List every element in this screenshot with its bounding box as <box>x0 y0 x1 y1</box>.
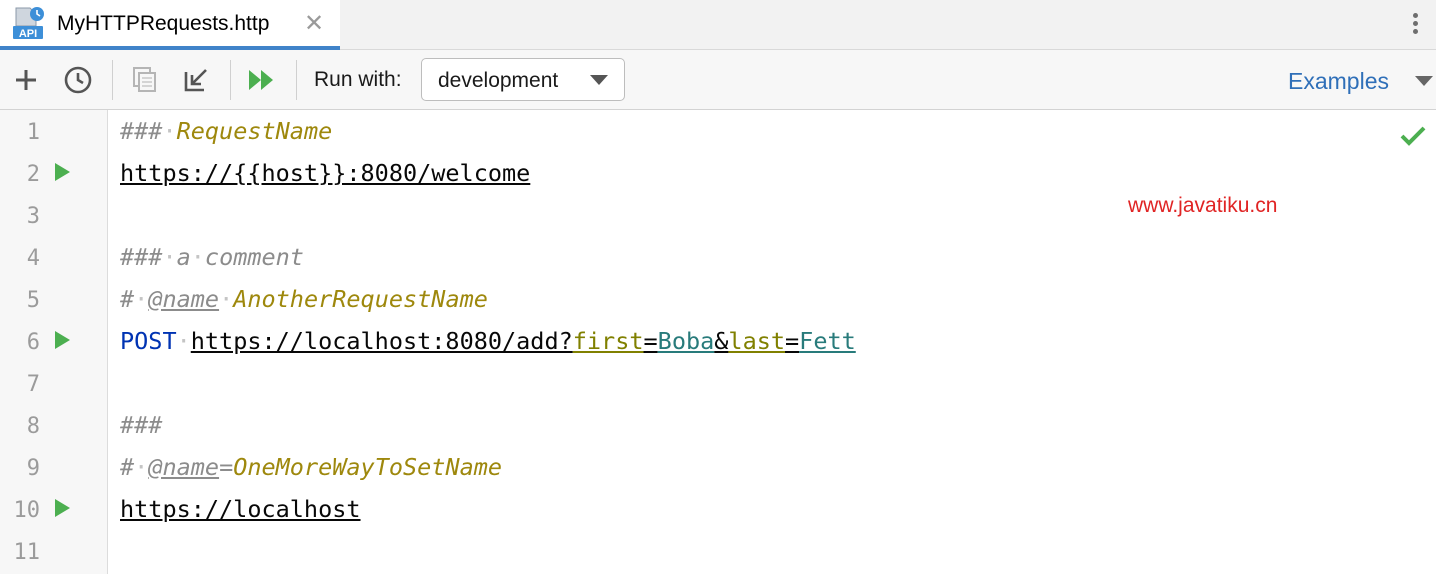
request-url[interactable]: https://{{host}}:8080/welcome <box>120 159 530 187</box>
whitespace-dot: · <box>176 327 191 355</box>
tab-bar: API MyHTTPRequests.http ✕ <box>0 0 1436 50</box>
examples-link[interactable]: Examples <box>1288 68 1389 95</box>
toolbar-separator <box>112 60 113 100</box>
import-icon[interactable] <box>180 64 212 96</box>
whitespace-dot: · <box>219 285 234 313</box>
run-request-icon[interactable] <box>55 331 70 349</box>
code-line-9[interactable]: #·@name=OneMoreWayToSetName <box>120 452 502 482</box>
query-equals: = <box>785 327 800 355</box>
query-equals: = <box>643 327 658 355</box>
svg-text:API: API <box>19 28 37 40</box>
code-line-8[interactable]: ### <box>120 410 162 440</box>
comment-hash: # <box>120 285 135 313</box>
line-number: 3 <box>26 204 40 229</box>
more-icon[interactable] <box>1405 10 1425 40</box>
copy-icon[interactable] <box>128 64 160 96</box>
run-request-icon[interactable] <box>55 163 70 181</box>
tab-title: MyHTTPRequests.http <box>57 12 270 35</box>
toolbar: Run with: development Examples <box>0 50 1436 110</box>
chevron-down-icon <box>590 75 608 85</box>
toolbar-separator <box>230 60 231 100</box>
watermark: www.javatiku.cn <box>1128 194 1278 217</box>
code-line-2[interactable]: https://{{host}}:8080/welcome <box>120 158 530 188</box>
request-name: AnotherRequestName <box>233 285 488 313</box>
request-url[interactable]: https://localhost:8080/add? <box>191 327 573 355</box>
add-icon[interactable] <box>10 64 42 96</box>
close-icon[interactable]: ✕ <box>304 10 324 36</box>
line-number: 11 <box>13 540 41 565</box>
equals-sign: = <box>219 453 234 481</box>
comment-hash: # <box>120 453 135 481</box>
line-number: 6 <box>26 330 40 355</box>
code-line-10[interactable]: https://localhost <box>120 494 361 524</box>
line-number: 5 <box>26 288 40 313</box>
whitespace-dot: · <box>190 243 205 271</box>
code-line-1[interactable]: ###·RequestName <box>120 116 332 146</box>
line-number: 7 <box>26 372 40 397</box>
whitespace-dot: · <box>134 285 149 313</box>
environment-select[interactable]: development <box>421 58 625 101</box>
query-key: last <box>728 327 786 355</box>
comment-hash: ### <box>120 243 163 271</box>
comment-hash: ### <box>120 117 163 145</box>
comment-text: a <box>176 243 191 271</box>
api-file-icon: API <box>13 7 44 40</box>
query-value: Fett <box>799 327 856 355</box>
line-number: 4 <box>26 246 40 271</box>
chevron-down-icon[interactable] <box>1415 76 1433 86</box>
name-tag: @name <box>148 453 220 481</box>
query-value: Boba <box>657 327 715 355</box>
environment-value: development <box>438 69 559 92</box>
code-line-4[interactable]: ###·a·comment <box>120 242 304 272</box>
request-url[interactable]: https://localhost <box>120 495 361 523</box>
name-tag: @name <box>148 285 220 313</box>
check-icon <box>1400 126 1426 146</box>
comment-text: comment <box>204 243 304 271</box>
line-number: 2 <box>26 162 40 187</box>
query-key: first <box>572 327 644 355</box>
request-name: RequestName <box>176 117 333 145</box>
toolbar-separator <box>296 60 297 100</box>
whitespace-dot: · <box>162 117 177 145</box>
whitespace-dot: · <box>162 243 177 271</box>
code-line-6[interactable]: POST·https://localhost:8080/add?first=Bo… <box>120 326 856 356</box>
comment-hash: ### <box>120 411 163 439</box>
query-ampersand: & <box>714 327 729 355</box>
line-number: 9 <box>26 456 40 481</box>
whitespace-dot: · <box>134 453 149 481</box>
line-number: 8 <box>26 414 40 439</box>
run-all-icon[interactable] <box>246 64 278 96</box>
line-number: 1 <box>26 120 40 145</box>
editor-gutter: 1 2 3 4 5 6 7 8 9 10 11 <box>0 110 108 574</box>
request-name: OneMoreWayToSetName <box>233 453 503 481</box>
run-request-icon[interactable] <box>55 499 70 517</box>
tab-myhttprequests[interactable]: API MyHTTPRequests.http ✕ <box>0 0 340 50</box>
http-method: POST <box>120 327 177 355</box>
history-icon[interactable] <box>62 64 94 96</box>
code-line-5[interactable]: #·@name·AnotherRequestName <box>120 284 488 314</box>
run-with-label: Run with: <box>314 68 402 91</box>
line-number: 10 <box>13 498 41 523</box>
